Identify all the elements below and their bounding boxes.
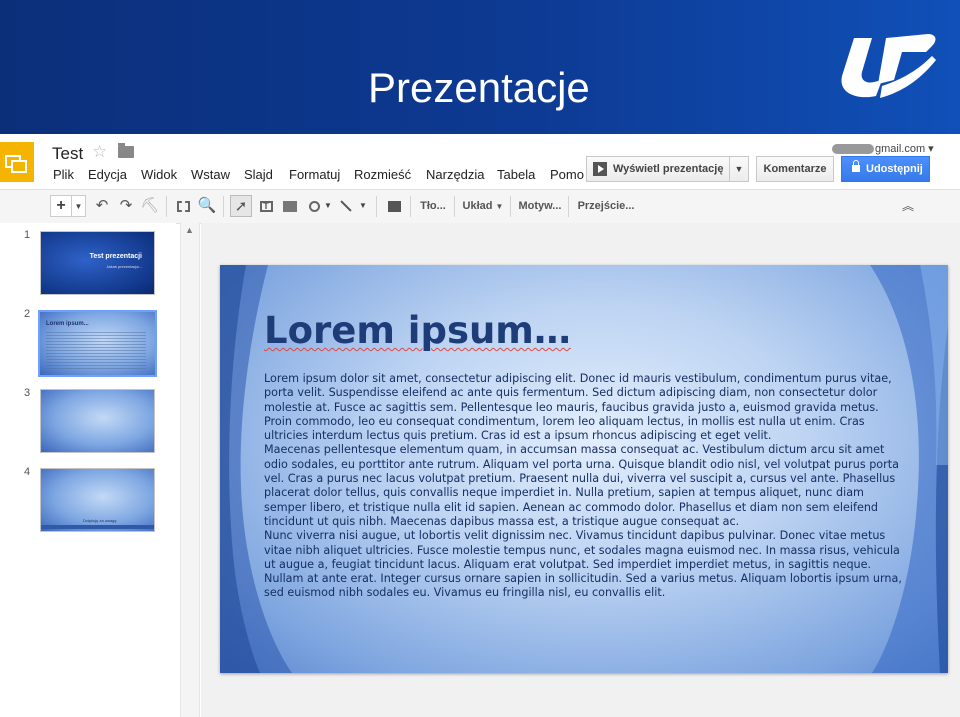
chevron-down-icon: ▼	[734, 164, 744, 174]
slide-number: 3	[24, 387, 31, 399]
slide-paragraph: Maecenas pellentesque elementum quam, in…	[264, 443, 899, 528]
thumbnail-text-lines	[46, 332, 146, 370]
scroll-up-icon[interactable]: ▲	[185, 225, 194, 235]
select-cursor-icon[interactable]: ➚	[230, 195, 252, 217]
menu-view[interactable]: Widok	[141, 167, 177, 182]
thumbnail-bottom-bar	[41, 525, 154, 529]
image-icon[interactable]	[280, 195, 300, 217]
toolbar-separator	[376, 196, 377, 217]
undo-icon[interactable]: ↶	[92, 195, 112, 217]
header-banner: Prezentacje	[0, 0, 960, 134]
menu-help[interactable]: Pomo	[550, 167, 584, 182]
layout-button[interactable]: Układ ▼	[460, 195, 506, 217]
slide-thumbnail-3[interactable]	[40, 389, 155, 453]
toolbar: + ▼ ↶ ↷ ⛏ 🔍 ➚ T ▼ ▼ Tło... Układ ▼ Motyw…	[0, 189, 960, 224]
thumbnail-title: Test prezentacji	[89, 253, 142, 260]
thumbnail-subtitle: Jakaś prezentacja...	[106, 264, 142, 269]
slides-app-icon[interactable]	[0, 142, 34, 182]
slide-body-text[interactable]: Lorem ipsum dolor sit amet, consectetur …	[264, 372, 902, 601]
menu-table[interactable]: Tabela	[497, 167, 535, 182]
menu-insert[interactable]: Wstaw	[191, 167, 230, 182]
slide-paragraph: Nunc viverra nisi augue, ut lobortis vel…	[264, 529, 902, 600]
menu-arrange[interactable]: Rozmieść	[354, 167, 411, 182]
toolbar-separator	[166, 196, 167, 217]
play-icon	[593, 162, 607, 176]
theme-button[interactable]: Motyw...	[516, 195, 564, 217]
menu-file[interactable]: Plik	[53, 167, 74, 182]
toolbar-separator	[510, 196, 511, 217]
line-icon[interactable]	[336, 195, 356, 217]
thumbnail-title: Lorem ipsum...	[46, 321, 89, 327]
menu-format[interactable]: Formatuj	[289, 167, 340, 182]
comments-button[interactable]: Komentarze	[756, 156, 834, 182]
share-button[interactable]: Udostępnij	[841, 156, 930, 182]
folder-icon[interactable]	[118, 143, 134, 158]
fit-zoom-icon[interactable]	[173, 195, 193, 217]
shape-dropdown-arrow[interactable]: ▼	[323, 195, 333, 217]
slide-number: 4	[24, 466, 31, 478]
paint-format-icon[interactable]: ⛏	[140, 195, 160, 217]
slide-title[interactable]: Lorem ipsum…	[264, 309, 571, 352]
present-button[interactable]: Wyświetl prezentację	[586, 156, 730, 182]
banner-title: Prezentacje	[368, 64, 590, 111]
redo-icon[interactable]: ↷	[116, 195, 136, 217]
menu-slide[interactable]: Slajd	[244, 167, 273, 182]
new-slide-button[interactable]: +	[50, 195, 72, 217]
thumbnail-footer: Dziękuję za uwagę	[83, 518, 117, 523]
slide-paragraph: Lorem ipsum dolor sit amet, consectetur …	[264, 372, 892, 443]
university-logo	[841, 34, 936, 98]
chevron-down-icon: ▼	[495, 202, 504, 211]
toolbar-separator	[223, 196, 224, 217]
account-email[interactable]: gmail.com ▾	[832, 142, 934, 155]
textbox-icon[interactable]: T	[256, 195, 276, 217]
current-slide[interactable]: Lorem ipsum… Lorem ipsum dolor sit amet,…	[220, 265, 948, 673]
slide-thumbnail-2[interactable]: Lorem ipsum...	[38, 310, 157, 377]
toolbar-separator	[568, 196, 569, 217]
comment-icon[interactable]	[384, 195, 404, 217]
line-dropdown-arrow[interactable]: ▼	[358, 195, 368, 217]
slide-canvas: Lorem ipsum… Lorem ipsum dolor sit amet,…	[201, 223, 960, 717]
slide-filmstrip: 1 Test prezentacji Jakaś prezentacja... …	[0, 223, 176, 717]
document-title[interactable]: Test	[52, 144, 83, 164]
slides-editor-window: Test ☆ Plik Edycja Widok Wstaw Slajd For…	[0, 134, 960, 717]
toolbar-separator	[410, 196, 411, 217]
transition-button[interactable]: Przejście...	[574, 195, 638, 217]
slide-thumbnail-4[interactable]: Dziękuję za uwagę	[40, 468, 155, 532]
collapse-toolbar-icon[interactable]: ︽	[898, 195, 918, 217]
star-icon[interactable]: ☆	[92, 142, 107, 162]
slide-thumbnail-1[interactable]: Test prezentacji Jakaś prezentacja...	[40, 231, 155, 295]
background-button[interactable]: Tło...	[416, 195, 450, 217]
menu-tools[interactable]: Narzędzia	[426, 167, 485, 182]
filmstrip-scrollbar[interactable]: ▲	[180, 223, 200, 717]
lock-icon	[852, 160, 860, 172]
zoom-icon[interactable]: 🔍	[197, 195, 217, 217]
chevron-down-icon: ▼	[74, 202, 83, 211]
shape-icon[interactable]	[304, 195, 324, 217]
redacted-email-part	[832, 144, 874, 155]
slide-number: 1	[24, 229, 31, 241]
new-slide-layout-arrow[interactable]: ▼	[72, 195, 86, 217]
menu-edit[interactable]: Edycja	[88, 167, 127, 182]
slides-icon	[5, 155, 27, 173]
present-options-button[interactable]: ▼	[729, 156, 749, 182]
slide-number: 2	[24, 308, 31, 320]
toolbar-separator	[454, 196, 455, 217]
